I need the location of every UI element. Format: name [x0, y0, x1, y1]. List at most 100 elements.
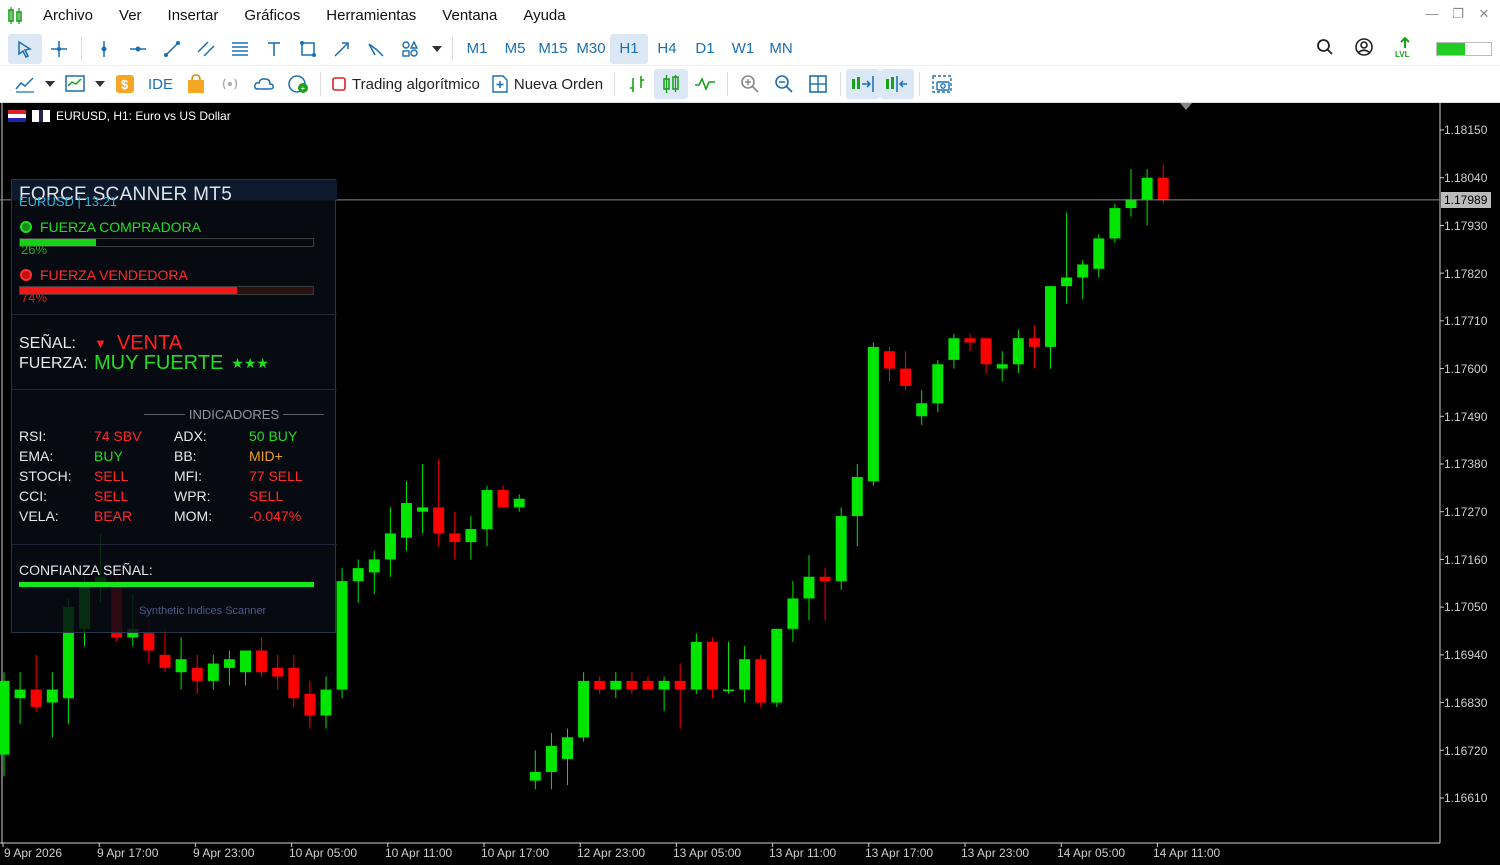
crosshair-icon[interactable] [42, 34, 76, 64]
tf-m15[interactable]: M15 [534, 34, 572, 64]
bear-candle [900, 368, 912, 386]
tf-d1[interactable]: D1 [686, 34, 724, 64]
sell-force-text: FUERZA VENDEDORA [40, 267, 188, 283]
svg-text:LVL: LVL [1395, 50, 1410, 58]
arrow-tool-icon[interactable] [325, 34, 359, 64]
drawing-toolbar: M1 M5 M15 M30 H1 H4 D1 W1 MN LVL [0, 32, 1500, 66]
bar-chart-icon[interactable] [620, 69, 654, 99]
down-triangle-icon: ▼ [94, 336, 107, 351]
bear-candle [304, 693, 316, 716]
tf-m30[interactable]: M30 [572, 34, 610, 64]
account-icon[interactable] [1354, 37, 1374, 62]
indicator-value: -0.047% [249, 508, 302, 524]
new-order-button[interactable]: Nueva Orden [486, 75, 609, 93]
text-tool-icon[interactable] [257, 34, 291, 64]
bear-candle [594, 680, 606, 690]
bull-candle [1093, 238, 1105, 269]
tf-w1[interactable]: W1 [724, 34, 762, 64]
bull-candle [948, 338, 960, 360]
vertical-line-icon[interactable] [87, 34, 121, 64]
bull-candle [739, 659, 751, 690]
menu-ver[interactable]: Ver [106, 0, 155, 32]
shapes-icon[interactable] [393, 34, 427, 64]
sell-force-pct: 74% [21, 290, 48, 305]
signals-icon[interactable] [213, 69, 247, 99]
bear-candle [143, 633, 155, 651]
indicator-name: MOM: [174, 508, 213, 524]
bull-candle [352, 568, 364, 582]
tf-mn[interactable]: MN [762, 34, 800, 64]
indicator-value: 77 SELL [249, 468, 303, 484]
screenshot-icon[interactable] [925, 69, 959, 99]
bull-candle [851, 477, 863, 517]
tf-m5[interactable]: M5 [496, 34, 534, 64]
zoom-out-icon[interactable] [767, 69, 801, 99]
chart-type-icon [32, 110, 50, 122]
minimize-icon[interactable]: — [1422, 4, 1442, 24]
bear-candle [1028, 338, 1040, 347]
indicator-line-icon[interactable] [8, 69, 42, 99]
tf-h1[interactable]: H1 [610, 33, 648, 64]
algo-trading-button[interactable]: Trading algorítmico [326, 76, 486, 93]
channel-icon[interactable] [189, 34, 223, 64]
buy-force-pct: 26% [21, 242, 48, 257]
cloud-icon[interactable] [247, 69, 281, 99]
line-chart-icon[interactable] [688, 69, 722, 99]
vps-icon[interactable]: + [281, 69, 315, 99]
horizontal-line-icon[interactable] [121, 34, 155, 64]
close-icon[interactable]: ✕ [1474, 4, 1494, 24]
chart-shift-icon[interactable] [880, 69, 915, 99]
chevron-down-icon[interactable] [92, 69, 108, 99]
bull-candle [1109, 208, 1121, 239]
menu-ayuda[interactable]: Ayuda [510, 0, 578, 32]
chevron-down-icon[interactable] [42, 69, 58, 99]
bull-candle [465, 529, 477, 543]
candlestick-icon[interactable] [654, 69, 689, 99]
bear-candle [642, 680, 654, 690]
menu-archivo[interactable]: Archivo [30, 0, 106, 32]
fibonacci-icon[interactable] [223, 34, 257, 64]
menu-graficos[interactable]: Gráficos [231, 0, 313, 32]
indicator-name: ADX: [174, 428, 207, 444]
rectangle-tool-icon[interactable] [291, 34, 325, 64]
chart-template-icon[interactable] [58, 69, 92, 99]
menu-insertar[interactable]: Insertar [155, 0, 232, 32]
bear-candle [256, 650, 268, 673]
bear-candle [288, 667, 300, 699]
bull-candle [610, 680, 622, 690]
mt5-window: Archivo Ver Insertar Gráficos Herramient… [0, 0, 1500, 865]
bear-candle [159, 654, 171, 668]
zoom-in-icon[interactable] [733, 69, 767, 99]
bear-candle [449, 533, 461, 543]
chart-shift-marker [1180, 103, 1192, 110]
tile-windows-icon[interactable] [801, 69, 835, 99]
tf-h4[interactable]: H4 [648, 34, 686, 64]
shopping-bag-icon[interactable] [179, 69, 213, 99]
tf-m1[interactable]: M1 [458, 34, 496, 64]
trendline-icon[interactable] [155, 34, 189, 64]
bull-candle [417, 507, 429, 512]
strength-row: FUERZA: MUY FUERTE ★★★ [19, 352, 269, 375]
market-icon[interactable]: $ [108, 69, 142, 99]
time-label: 14 Apr 11:00 [1153, 846, 1221, 860]
strength-stars: ★★★ [231, 355, 269, 371]
menu-ventana[interactable]: Ventana [429, 0, 510, 32]
toolbar-right: LVL [1316, 32, 1492, 66]
pitchfork-icon[interactable] [359, 34, 393, 64]
mt5-logo-icon [0, 0, 30, 32]
autoscroll-icon[interactable] [846, 69, 881, 99]
signal-strength-icon[interactable]: LVL [1394, 36, 1416, 63]
bear-candle [980, 338, 992, 365]
bull-candle [1012, 338, 1024, 365]
cursor-icon[interactable] [8, 33, 42, 64]
search-icon[interactable] [1316, 38, 1334, 61]
bull-candle [723, 689, 734, 692]
restore-icon[interactable]: ❐ [1448, 4, 1468, 24]
svg-text:+: + [301, 84, 306, 93]
bull-candle [401, 503, 412, 538]
indicator-value: 74 SBV [94, 428, 142, 444]
chevron-down-icon[interactable] [427, 34, 447, 64]
bull-candle [175, 659, 187, 673]
ide-button[interactable]: IDE [142, 76, 179, 93]
menu-herramientas[interactable]: Herramientas [313, 0, 429, 32]
